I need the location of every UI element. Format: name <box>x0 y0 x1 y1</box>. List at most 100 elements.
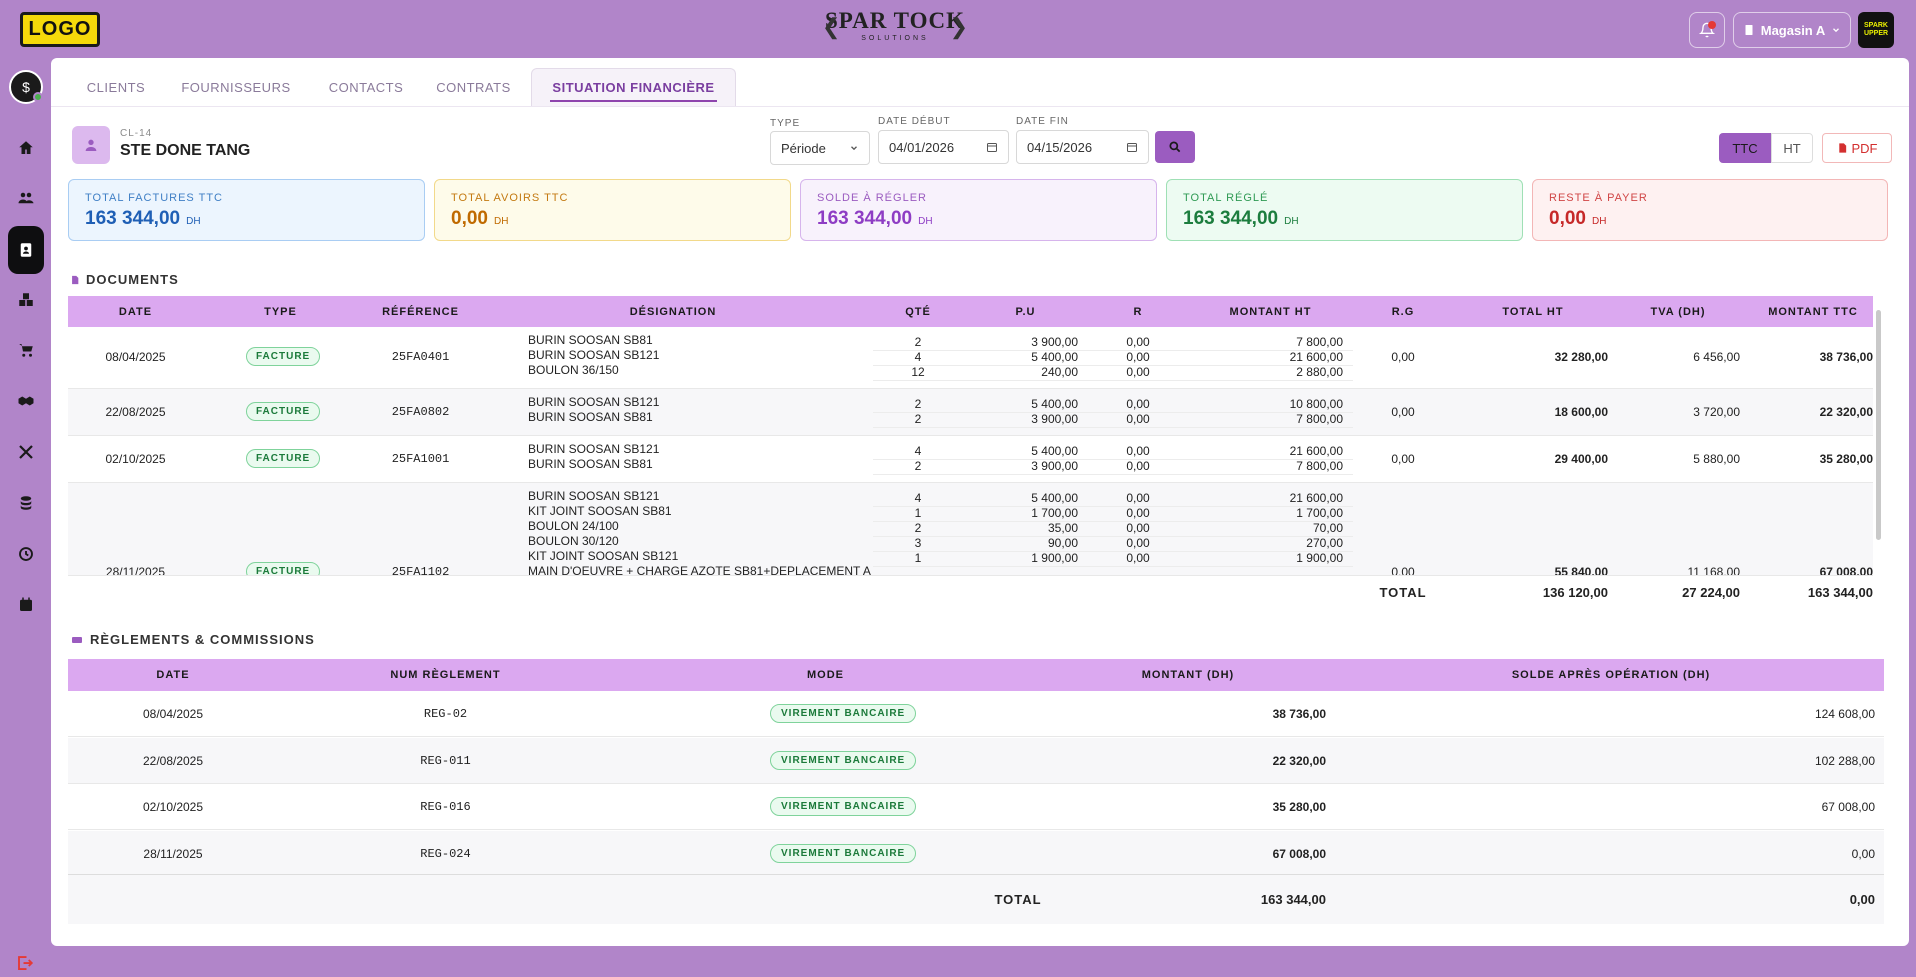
document-tva: 5 880,00 <box>1693 452 1740 466</box>
line-qty: 2 <box>914 521 922 535</box>
card-solde-a-regler: SOLDE À RÉGLER 163 344,00 DH <box>800 179 1157 241</box>
line-montant-ht: 21 600,00 <box>1289 491 1343 505</box>
line-designation: BURIN SOOSAN SB121 <box>528 442 660 456</box>
calendar-icon <box>1127 143 1137 152</box>
sidebar-item-sales[interactable] <box>8 332 44 368</box>
reglement-row[interactable]: 28/11/2025 REG-024 VIREMENT BANCAIRE 67 008… <box>68 830 1884 877</box>
reglement-num: REG-016 <box>420 800 471 814</box>
sidebar-item-contacts[interactable] <box>8 226 44 274</box>
chevron-down-icon <box>851 146 857 151</box>
col-montant-ht: MONTANT HT <box>1229 306 1312 318</box>
client-icon <box>72 126 110 164</box>
line-montant-ht: 21 600,00 <box>1289 444 1343 458</box>
card-unit: DH <box>186 216 201 227</box>
sidebar-item-tools[interactable] <box>8 434 44 470</box>
card-total-factures: TOTAL FACTURES TTC 163 344,00 DH <box>68 179 425 241</box>
document-tva: 6 456,00 <box>1693 350 1740 364</box>
sidebar-item-history[interactable] <box>8 536 44 572</box>
card-value: 0,00 DH <box>451 208 508 230</box>
line-designation: MAIN D'OEUVRE + CHARGE AZOTE SB81+DEPLAC… <box>528 564 871 576</box>
end-date-input[interactable]: 04/15/2026 <box>1016 130 1149 164</box>
documents-scrollbar[interactable] <box>1876 310 1881 540</box>
line-qty: 2 <box>914 459 922 473</box>
reglement-date: 28/11/2025 <box>143 846 203 861</box>
sidebar-item-calendar[interactable] <box>8 587 44 623</box>
logo[interactable]: LOGO <box>20 12 100 47</box>
sidebar-item-finance[interactable] <box>8 485 44 521</box>
card-value: 163 344,00 DH <box>817 208 933 230</box>
reglement-row[interactable]: 02/10/2025 REG-016 VIREMENT BANCAIRE 35 280… <box>68 784 1884 830</box>
start-date-input[interactable]: 04/01/2026 <box>878 130 1009 164</box>
tab-fournisseurs[interactable]: FOURNISSEURS <box>171 68 301 106</box>
top-bar: LOGO ❮ SPAR TOCK SOLUTIONS ❯ Magasin A S… <box>0 0 1916 58</box>
tab-situation-financiere[interactable]: SITUATION FINANCIÈRE <box>531 68 736 106</box>
document-row[interactable]: 22/08/2025 FACTURE 25FA0802 BURIN SOOSAN SB… <box>68 389 1873 436</box>
ttc-toggle[interactable]: TTC <box>1719 133 1771 163</box>
client-code: CL-14 <box>120 128 153 139</box>
home-icon <box>19 141 33 154</box>
reglement-montant: 38 736,00 <box>1272 707 1326 721</box>
document-row[interactable]: 08/04/2025 FACTURE 25FA0401 BURIN SOOSAN SB… <box>68 327 1873 389</box>
reglement-montant: 22 320,00 <box>1272 753 1326 768</box>
reglement-date: 02/10/2025 <box>142 800 204 814</box>
line-pu: 5 400,00 <box>1031 350 1078 364</box>
card-amount: 0,00 <box>1549 208 1586 229</box>
store-selector[interactable]: Magasin A <box>1733 12 1851 48</box>
sidebar-item-partners[interactable] <box>8 383 44 419</box>
col-r: R <box>1133 306 1143 318</box>
sidebar-item-clients[interactable] <box>8 180 44 216</box>
line-r: 0,00 <box>1126 536 1150 550</box>
line-pu: 5 400,00 <box>1031 444 1078 458</box>
sidebar: $ <box>0 58 50 970</box>
documents-table: DATE TYPE RÉFÉRENCE DÉSIGNATION QTÉ P.U … <box>68 296 1881 616</box>
document-ttc: 38 736,00 <box>1819 350 1873 364</box>
sidebar-user-avatar[interactable]: $ <box>9 70 43 104</box>
card-label: TOTAL FACTURES TTC <box>85 192 223 204</box>
logout-button[interactable] <box>16 954 34 977</box>
card-unit: DH <box>1284 216 1299 227</box>
ht-toggle[interactable]: HT <box>1771 133 1813 163</box>
col-pu: P.U <box>1015 306 1036 318</box>
store-name: Magasin A <box>1760 22 1826 38</box>
col-tva: TVA (DH) <box>1650 306 1706 318</box>
card-value: 163 344,00 DH <box>1183 208 1299 230</box>
col-type: TYPE <box>264 306 297 318</box>
user-avatar[interactable]: SPARK UPPER <box>1858 12 1894 48</box>
type-select[interactable]: Période <box>770 131 870 165</box>
pdf-button-label: PDF <box>1851 140 1878 156</box>
document-row[interactable]: 02/10/2025 FACTURE 25FA1001 BURIN SOOSAN SB… <box>68 436 1873 483</box>
line-r: 0,00 <box>1126 397 1150 411</box>
tab-clients[interactable]: CLIENTS <box>71 68 161 106</box>
line-qty: 1 <box>914 506 922 520</box>
documents-total-row: TOTAL 136 120,00 27 224,00 163 344,00 <box>68 576 1873 608</box>
users-icon <box>18 192 34 204</box>
main-panel: CLIENTS FOURNISSEURS CONTACTS CONTRATS S… <box>51 58 1909 946</box>
reglement-montant: 67 008,00 <box>1272 846 1326 861</box>
tab-contacts[interactable]: CONTACTS <box>311 68 421 106</box>
document-type-badge: FACTURE <box>246 402 321 421</box>
reglements-header: DATE NUM RÈGLEMENT MODE MONTANT (DH) SOL… <box>68 659 1884 691</box>
tab-divider <box>51 106 1909 107</box>
reglement-date: 22/08/2025 <box>142 753 204 768</box>
reglement-row[interactable]: 08/04/2025 REG-02 VIREMENT BANCAIRE 38 736,… <box>68 691 1884 737</box>
boxes-icon <box>19 293 33 306</box>
reglement-solde: 102 288,00 <box>1814 753 1875 768</box>
document-row[interactable]: 28/11/2025 FACTURE 25FA1102 BURIN SOOSAN SB… <box>68 483 1873 576</box>
line-pu: 1 900,00 <box>1031 551 1078 565</box>
sidebar-item-home[interactable] <box>8 130 44 166</box>
notification-button[interactable] <box>1689 12 1725 48</box>
line-montant-ht: 1 700,00 <box>1296 506 1343 520</box>
line-separator <box>873 474 1353 475</box>
reglement-mode-badge: VIREMENT BANCAIRE <box>770 704 917 723</box>
reglement-num: REG-02 <box>423 707 468 721</box>
line-pu: 5 400,00 <box>1031 397 1078 411</box>
reglement-row[interactable]: 22/08/2025 REG-011 VIREMENT BANCAIRE 22 320… <box>68 737 1884 784</box>
sidebar-item-stock[interactable] <box>8 282 44 318</box>
tab-contrats[interactable]: CONTRATS <box>421 68 526 106</box>
search-button[interactable] <box>1155 131 1195 163</box>
tab-situation-financiere-label: SITUATION FINANCIÈRE <box>552 80 715 95</box>
search-icon <box>1169 141 1181 153</box>
col-reg-date: DATE <box>156 669 190 681</box>
document-tva: 11 168,00 <box>1687 565 1741 576</box>
pdf-button[interactable]: PDF <box>1822 133 1892 163</box>
